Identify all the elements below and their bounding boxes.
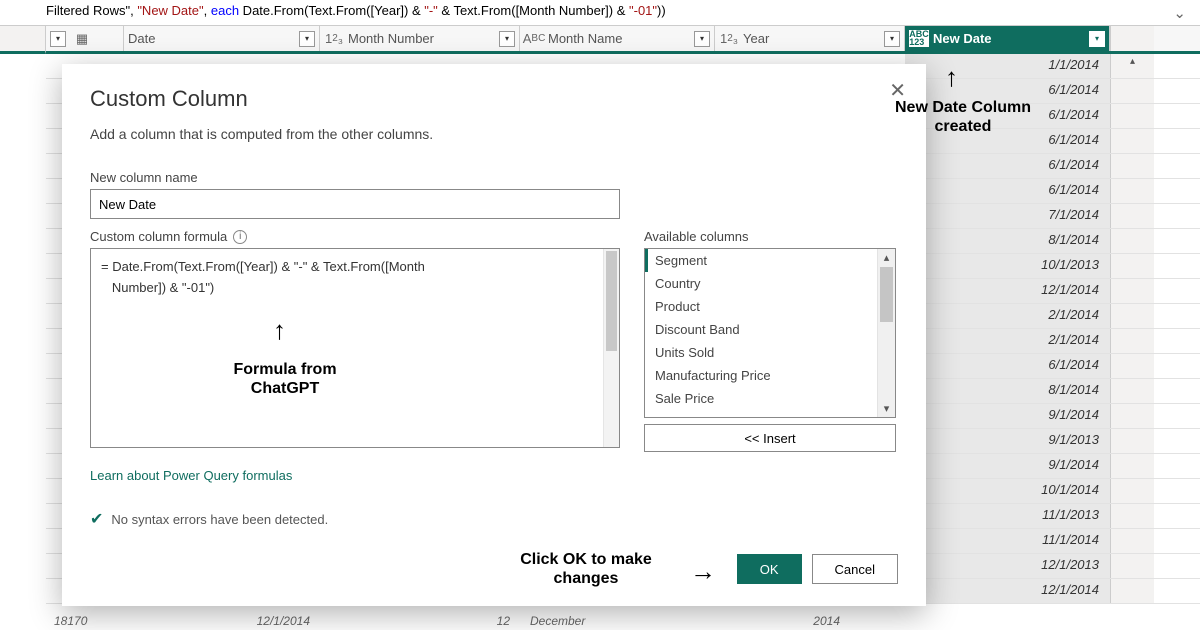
custom-column-dialog: ✕ Custom Column Add a column that is com…: [62, 64, 926, 606]
column-label: Month Name: [548, 31, 622, 46]
column-label: Month Number: [348, 31, 434, 46]
ok-button[interactable]: OK: [737, 554, 802, 584]
cancel-button[interactable]: Cancel: [812, 554, 898, 584]
formula-colname: "New Date": [137, 3, 203, 18]
dialog-subtitle: Add a column that is computed from the o…: [90, 126, 898, 142]
cell-new-date: 11/1/2014: [905, 529, 1110, 553]
column-header-index[interactable]: ▾ ▦: [46, 26, 124, 51]
annotation-ok: Click OK to make changes: [496, 550, 676, 588]
formula-scrollbar[interactable]: [603, 249, 619, 447]
formula-input[interactable]: = Date.From(Text.From([Year]) & "-" & Te…: [90, 248, 620, 448]
available-column-item[interactable]: Discount Band: [645, 318, 895, 341]
column-label: Date: [128, 31, 155, 46]
dialog-title: Custom Column: [90, 86, 898, 112]
available-columns-list[interactable]: SegmentCountryProductDiscount BandUnits …: [644, 248, 896, 418]
insert-button[interactable]: << Insert: [644, 424, 896, 452]
filter-dropdown-icon[interactable]: ▾: [50, 31, 66, 47]
column-header-month-name[interactable]: ABC Month Name ▾: [520, 26, 715, 51]
cell-new-date: 9/1/2013: [905, 429, 1110, 453]
cell-new-date: 6/1/2014: [905, 179, 1110, 203]
list-scrollbar[interactable]: ▴ ▾: [877, 249, 895, 417]
check-icon: ✔: [90, 509, 103, 529]
filter-dropdown-icon[interactable]: ▾: [884, 31, 900, 47]
annotation-arrow-icon: →: [690, 556, 716, 587]
cell-new-date: 9/1/2014: [905, 454, 1110, 478]
available-column-item[interactable]: Product: [645, 295, 895, 318]
column-header-new-date[interactable]: ABC123 New Date ▾: [905, 26, 1110, 51]
available-column-item[interactable]: Sale Price: [645, 387, 895, 410]
table-type-icon: ▦: [72, 31, 92, 47]
cell-new-date: 12/1/2014: [905, 279, 1110, 303]
formula-pre: Filtered Rows",: [46, 3, 137, 18]
column-header-month-number[interactable]: 12₃ Month Number ▾: [320, 26, 520, 51]
cell-new-date: 6/1/2014: [905, 354, 1110, 378]
column-header-year[interactable]: 12₃ Year ▾: [715, 26, 905, 51]
filter-dropdown-icon[interactable]: ▾: [1089, 31, 1105, 47]
text-type-icon: ABC: [524, 31, 544, 46]
column-label: New Date: [933, 31, 992, 46]
annotation-arrow-icon: ↑: [273, 315, 286, 346]
scroll-up-arrow-icon[interactable]: ▴: [878, 251, 895, 264]
any-type-icon: ABC123: [909, 30, 929, 46]
formula-each: each: [211, 3, 239, 18]
column-name-label: New column name: [90, 170, 898, 185]
cell-new-date: 2/1/2014: [905, 304, 1110, 328]
cell-new-date: 8/1/2014: [905, 379, 1110, 403]
scrollbar-gutter: [1110, 26, 1154, 51]
annotation-formula: Formula from ChatGPT: [210, 360, 360, 398]
formula-label: Custom column formula i: [90, 229, 620, 244]
filter-dropdown-icon[interactable]: ▾: [694, 31, 710, 47]
cell-new-date: 9/1/2014: [905, 404, 1110, 428]
formula-text: = Date.From(Text.From([Year]) & "-" & Te…: [101, 259, 425, 295]
expand-formula-chevron-icon[interactable]: ⌄: [1173, 4, 1186, 22]
cell-new-date: 7/1/2014: [905, 204, 1110, 228]
cell-new-date: 11/1/2013: [905, 504, 1110, 528]
cell-new-date: 12/1/2014: [905, 579, 1110, 603]
formula-bar: Filtered Rows", "New Date", each Date.Fr…: [0, 0, 1200, 26]
column-label: Year: [743, 31, 769, 46]
available-column-item[interactable]: Manufacturing Price: [645, 364, 895, 387]
scroll-up-arrow-icon[interactable]: ▴: [1111, 56, 1154, 67]
number-type-icon: 12₃: [719, 31, 739, 46]
cell-new-date: 10/1/2014: [905, 479, 1110, 503]
learn-link[interactable]: Learn about Power Query formulas: [90, 468, 292, 483]
available-column-item[interactable]: Units Sold: [645, 341, 895, 364]
cell-new-date: 12/1/2013: [905, 554, 1110, 578]
scroll-down-arrow-icon[interactable]: ▾: [878, 402, 895, 415]
annotation-new-column: New Date Column created: [878, 98, 1048, 136]
info-icon[interactable]: i: [233, 230, 247, 244]
cell-new-date: 10/1/2013: [905, 254, 1110, 278]
partial-bottom-row: 18170 12/1/2014 12 December 2014: [46, 614, 850, 628]
cell-new-date: 8/1/2014: [905, 229, 1110, 253]
filter-dropdown-icon[interactable]: ▾: [499, 31, 515, 47]
cell-new-date: 6/1/2014: [905, 154, 1110, 178]
column-name-input[interactable]: [90, 189, 620, 219]
filter-dropdown-icon[interactable]: ▾: [299, 31, 315, 47]
syntax-status: ✔ No syntax errors have been detected.: [90, 509, 620, 529]
number-type-icon: 12₃: [324, 31, 344, 46]
available-columns-label: Available columns: [644, 229, 896, 244]
row-number-header: [0, 26, 46, 54]
available-column-item[interactable]: Segment: [645, 249, 895, 272]
column-header-date[interactable]: Date ▾: [124, 26, 320, 51]
cell-new-date: 2/1/2014: [905, 329, 1110, 353]
annotation-arrow-icon: ↑: [945, 62, 958, 93]
available-column-item[interactable]: Country: [645, 272, 895, 295]
cell-new-date: 1/1/2014: [905, 54, 1110, 78]
